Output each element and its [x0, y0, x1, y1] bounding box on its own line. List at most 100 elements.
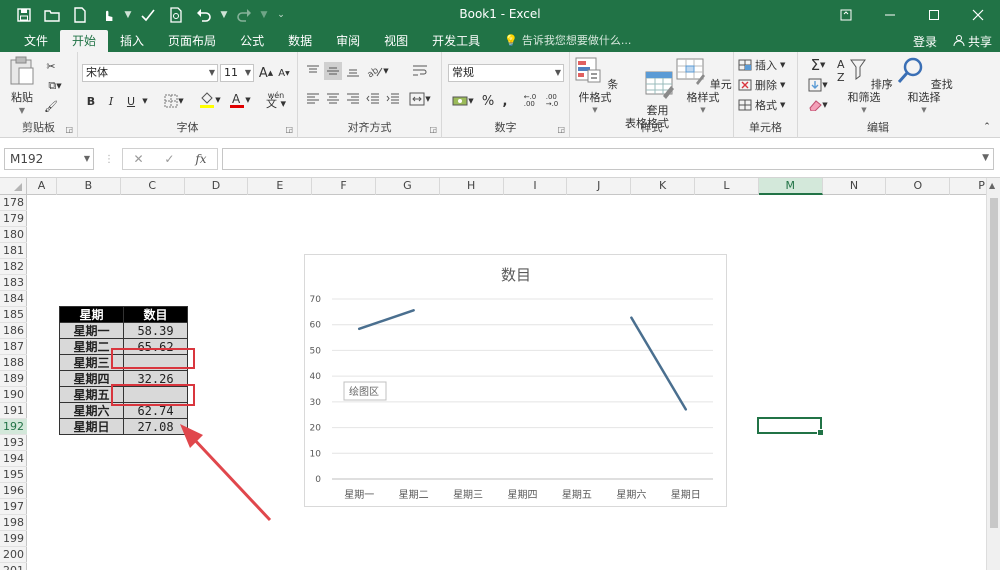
tab-insert[interactable]: 插入 — [108, 30, 156, 52]
tab-page-layout[interactable]: 页面布局 — [156, 30, 228, 52]
touch-mode-icon[interactable] — [94, 3, 122, 27]
day-cell[interactable]: 星期日 — [59, 418, 124, 435]
share-button[interactable]: 共享 — [953, 33, 992, 50]
row-header-199[interactable]: 199 — [0, 531, 27, 547]
row-header-178[interactable]: 178 — [0, 195, 27, 211]
touch-mode-dropdown-icon[interactable]: ▼ — [122, 3, 134, 27]
underline-button[interactable]: U — [122, 92, 140, 110]
ribbon-display-options-icon[interactable] — [824, 0, 868, 30]
column-header-a[interactable]: A — [27, 178, 57, 195]
row-header-195[interactable]: 195 — [0, 467, 27, 483]
header-day[interactable]: 星期 — [59, 306, 124, 323]
column-header-i[interactable]: I — [504, 178, 568, 195]
align-middle-icon[interactable] — [324, 62, 342, 80]
copy-icon[interactable]: ⧉ ▼ — [42, 78, 68, 94]
comma-style-button[interactable]: , — [498, 92, 512, 110]
merge-center-button[interactable]: ▼ — [406, 90, 434, 108]
tab-home[interactable]: 开始 — [60, 30, 109, 52]
shrink-font-button[interactable]: A ▼ — [276, 65, 292, 81]
phonetic-guide-button[interactable]: wén 文 ▾ — [262, 90, 290, 110]
redo-dropdown-icon[interactable]: ▼ — [258, 3, 270, 27]
select-all-button[interactable] — [0, 178, 27, 195]
tell-me-search[interactable]: 💡 告诉我您想要做什么... — [504, 30, 631, 52]
increase-indent-icon[interactable] — [384, 90, 402, 108]
collapse-ribbon-icon[interactable]: ⌃ — [980, 120, 994, 134]
alignment-launcher-icon[interactable]: ◲ — [429, 125, 437, 134]
row-header-186[interactable]: 186 — [0, 323, 27, 339]
align-right-icon[interactable] — [344, 90, 362, 108]
column-header-b[interactable]: B — [57, 178, 121, 195]
active-cell[interactable] — [757, 417, 824, 436]
row-header-190[interactable]: 190 — [0, 387, 27, 403]
row-header-201[interactable]: 201 — [0, 563, 27, 570]
conditional-formatting-button[interactable]: 条件格式 ▼ — [570, 56, 620, 117]
scroll-up-icon[interactable]: ▲ — [989, 181, 995, 190]
column-header-j[interactable]: J — [567, 178, 632, 195]
close-icon[interactable] — [956, 0, 1000, 30]
vertical-scrollbar[interactable]: ▲ — [986, 178, 1000, 570]
sort-filter-button[interactable]: A Z 排序和筛选 ▼ — [834, 56, 894, 117]
column-header-l[interactable]: L — [695, 178, 759, 195]
fill-color-button[interactable]: ▼ — [196, 90, 224, 110]
decrease-decimal-button[interactable]: .00 →.0 — [542, 92, 562, 110]
series-line-segment[interactable] — [357, 309, 415, 331]
column-header-f[interactable]: F — [312, 178, 376, 195]
tab-formulas[interactable]: 公式 — [228, 30, 276, 52]
autosum-button[interactable]: Σ ▼ — [804, 56, 832, 74]
redo-icon[interactable] — [230, 3, 258, 27]
wrap-text-icon[interactable] — [406, 62, 434, 80]
row-header-192[interactable]: 192 — [0, 419, 27, 435]
align-top-icon[interactable] — [304, 62, 322, 80]
align-left-icon[interactable] — [304, 90, 322, 108]
row-header-187[interactable]: 187 — [0, 339, 27, 355]
undo-icon[interactable] — [190, 3, 218, 27]
grow-font-button[interactable]: A ▲ — [258, 65, 274, 81]
day-cell[interactable]: 星期一 — [59, 322, 124, 339]
tab-developer[interactable]: 开发工具 — [420, 30, 492, 52]
column-header-g[interactable]: G — [376, 178, 440, 195]
new-document-icon[interactable] — [66, 3, 94, 27]
increase-decimal-button[interactable]: ←.0 .00 — [520, 92, 540, 110]
row-header-194[interactable]: 194 — [0, 451, 27, 467]
cut-icon[interactable]: ✂ — [42, 58, 60, 74]
column-header-n[interactable]: N — [823, 178, 887, 195]
tab-review[interactable]: 审阅 — [324, 30, 372, 52]
row-header-182[interactable]: 182 — [0, 259, 27, 275]
paste-button[interactable]: 粘贴 ▼ — [6, 56, 38, 117]
cell-styles-button[interactable]: 单元格样式 ▼ — [674, 56, 732, 117]
row-header-198[interactable]: 198 — [0, 515, 27, 531]
row-header-196[interactable]: 196 — [0, 483, 27, 499]
row-header-189[interactable]: 189 — [0, 371, 27, 387]
row-header-200[interactable]: 200 — [0, 547, 27, 563]
align-bottom-icon[interactable] — [344, 62, 362, 80]
column-header-e[interactable]: E — [248, 178, 313, 195]
row-header-180[interactable]: 180 — [0, 227, 27, 243]
series-line-segment[interactable] — [630, 316, 688, 411]
formula-input[interactable]: ▼ — [222, 148, 994, 170]
formula-bar-grip-icon[interactable]: ⋮ — [104, 150, 114, 168]
value-cell[interactable]: 58.39 — [123, 322, 188, 339]
print-preview-icon[interactable] — [162, 3, 190, 27]
line-chart[interactable]: 数目 0 10 20 30 40 50 60 70 星期一 星期二 星期三 星期四 星期五 星期六 星期日… — [304, 254, 727, 507]
row-header-185[interactable]: 185 — [0, 307, 27, 323]
insert-function-button[interactable]: fx — [195, 152, 206, 166]
customize-toolbar-icon[interactable]: ⌄ — [270, 3, 292, 27]
row-header-183[interactable]: 183 — [0, 275, 27, 291]
tab-data[interactable]: 数据 — [276, 30, 324, 52]
find-select-button[interactable]: 查找和选择 ▼ — [894, 56, 954, 117]
open-folder-icon[interactable] — [38, 3, 66, 27]
scroll-thumb[interactable] — [990, 198, 998, 528]
delete-cells-button[interactable]: 删除 ▼ — [738, 76, 794, 94]
row-header-181[interactable]: 181 — [0, 243, 27, 259]
cancel-entry-icon[interactable]: ✕ — [133, 152, 143, 166]
format-painter-icon[interactable]: 🖌 — [42, 98, 60, 114]
column-header-o[interactable]: O — [886, 178, 951, 195]
row-header-179[interactable]: 179 — [0, 211, 27, 227]
minimize-icon[interactable] — [868, 0, 912, 30]
name-box[interactable]: M192 ▼ — [4, 148, 94, 170]
font-launcher-icon[interactable]: ◲ — [285, 125, 293, 134]
fill-button[interactable]: ▼ — [804, 76, 832, 94]
confirm-entry-icon[interactable]: ✓ — [164, 152, 174, 166]
decrease-indent-icon[interactable] — [364, 90, 382, 108]
font-name-combo[interactable]: 宋体 ▼ — [82, 64, 218, 82]
